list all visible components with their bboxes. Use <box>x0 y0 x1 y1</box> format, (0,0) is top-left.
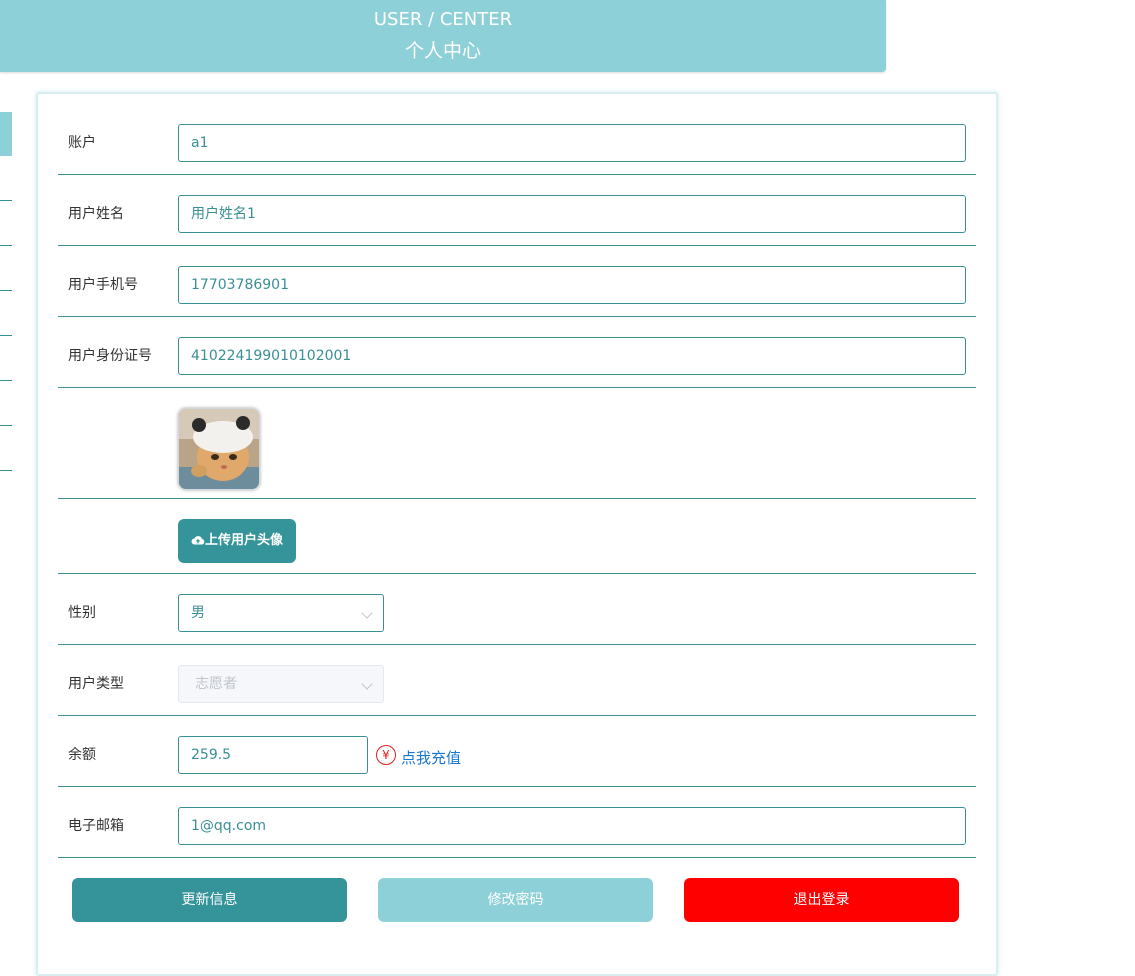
cloud-upload-icon <box>191 536 205 545</box>
name-input[interactable]: 用户姓名1 <box>178 195 966 233</box>
logout-button[interactable]: 退出登录 <box>684 878 959 922</box>
page-header: USER / CENTER 个人中心 <box>0 0 886 72</box>
id-card-input[interactable]: 410224199010102001 <box>178 337 966 375</box>
balance-label: 余额 <box>68 747 96 763</box>
phone-input[interactable]: 17703786901 <box>178 266 966 304</box>
gender-select[interactable]: 男 <box>178 594 384 632</box>
gender-label: 性别 <box>68 605 96 621</box>
sidebar-item-divider <box>0 245 12 246</box>
user-form-card: 账户 a1 用户姓名 用户姓名1 用户手机号 17703786901 用户身份证… <box>36 92 998 976</box>
gender-selected-value: 男 <box>191 605 205 621</box>
form-row-avatar <box>58 388 976 499</box>
phone-label: 用户手机号 <box>68 277 138 293</box>
sidebar-item-divider <box>0 290 12 291</box>
form-row-account: 账户 a1 <box>58 94 976 175</box>
form-row-upload: 上传用户头像 <box>58 499 976 574</box>
balance-input[interactable]: 259.5 <box>178 736 368 774</box>
account-input[interactable]: a1 <box>178 124 966 162</box>
user-type-label: 用户类型 <box>68 676 124 692</box>
recharge-link[interactable]: 点我充值 <box>401 747 461 768</box>
upload-avatar-label: 上传用户头像 <box>204 533 283 548</box>
sidebar-active-indicator[interactable] <box>0 112 12 156</box>
cat-avatar-image <box>179 409 259 489</box>
update-info-button[interactable]: 更新信息 <box>72 878 347 922</box>
yuan-icon: ¥ <box>376 745 396 765</box>
change-password-button[interactable]: 修改密码 <box>378 878 653 922</box>
form-row-gender: 性别 男 <box>58 574 976 645</box>
user-type-selected-value: 志愿者 <box>195 676 237 692</box>
sidebar-item-divider <box>0 335 12 336</box>
id-card-label: 用户身份证号 <box>68 348 152 364</box>
header-title-en: USER / CENTER <box>373 9 513 30</box>
header-title-zh: 个人中心 <box>404 40 481 62</box>
form-row-user-type: 用户类型 志愿者 <box>58 645 976 716</box>
sidebar-item-divider <box>0 200 12 201</box>
user-avatar <box>178 408 260 490</box>
email-label: 电子邮箱 <box>68 818 124 834</box>
account-label: 账户 <box>68 135 96 151</box>
email-input[interactable]: 1@qq.com <box>178 807 966 845</box>
form-row-phone: 用户手机号 17703786901 <box>58 246 976 317</box>
upload-avatar-button[interactable]: 上传用户头像 <box>178 519 296 563</box>
form-row-balance: 余额 259.5 ¥ 点我充值 <box>58 716 976 787</box>
chevron-down-icon <box>361 607 373 619</box>
name-label: 用户姓名 <box>68 206 124 222</box>
sidebar-item-divider <box>0 425 12 426</box>
sidebar-item-divider <box>0 470 12 471</box>
sidebar-item-divider <box>0 380 12 381</box>
form-row-name: 用户姓名 用户姓名1 <box>58 175 976 246</box>
chevron-down-icon <box>361 678 373 690</box>
form-row-id-card: 用户身份证号 410224199010102001 <box>58 317 976 388</box>
user-type-select: 志愿者 <box>178 665 384 703</box>
form-row-email: 电子邮箱 1@qq.com <box>58 787 976 858</box>
